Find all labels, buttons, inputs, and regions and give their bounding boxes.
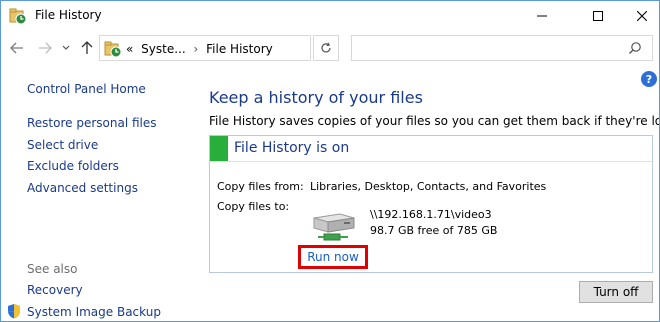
status-title: File History is on [234, 140, 350, 156]
recovery-link[interactable]: Recovery [27, 283, 83, 297]
arrow-up-icon [81, 41, 93, 54]
status-header: File History is on [210, 136, 652, 162]
run-now-highlight: Run now [298, 245, 368, 269]
up-button[interactable] [79, 39, 95, 57]
search-box[interactable] [351, 35, 653, 61]
system-image-backup-link[interactable]: System Image Backup [27, 305, 161, 319]
address-bar[interactable]: « Syste... › File History [99, 35, 400, 61]
run-now-link[interactable]: Run now [307, 250, 359, 264]
breadcrumb-overflow[interactable]: « [126, 42, 133, 56]
maximize-button[interactable] [575, 1, 621, 31]
search-icon[interactable] [628, 41, 642, 55]
file-history-icon [104, 41, 122, 58]
breadcrumb: « Syste... › File History [126, 42, 273, 56]
file-history-window: File History « Syste... › File History ?… [0, 0, 660, 322]
search-input[interactable] [356, 40, 618, 56]
left-pane: Control Panel Home Restore personal file… [1, 67, 195, 321]
minimize-icon [537, 15, 547, 17]
file-history-status-panel: File History is on Copy files from: Libr… [209, 135, 653, 273]
page-description: File History saves copies of your files … [209, 114, 659, 128]
copy-to-label: Copy files to: [217, 200, 290, 213]
breadcrumb-item-file-history[interactable]: File History [206, 42, 273, 56]
file-history-icon [9, 8, 27, 25]
recent-locations-button[interactable] [61, 39, 71, 57]
close-icon [637, 11, 647, 21]
back-button[interactable] [9, 39, 25, 57]
close-button[interactable] [619, 1, 659, 31]
refresh-button[interactable] [313, 35, 339, 61]
navigation-bar: « Syste... › File History [1, 31, 659, 67]
exclude-folders-link[interactable]: Exclude folders [27, 159, 119, 173]
copy-from-label: Copy files from: [217, 180, 304, 193]
arrow-left-icon [10, 42, 23, 54]
window-title: File History [35, 8, 102, 22]
help-icon[interactable]: ? [641, 71, 657, 87]
chevron-down-icon [62, 45, 70, 50]
network-drive-icon [313, 213, 355, 241]
turn-off-button[interactable]: Turn off [579, 281, 653, 303]
refresh-icon [321, 42, 331, 53]
drive-path: \\192.168.1.71\video3 [370, 208, 492, 221]
restore-personal-files-link[interactable]: Restore personal files [27, 116, 157, 130]
drive-space: 98.7 GB free of 785 GB [370, 224, 498, 237]
breadcrumb-separator[interactable]: › [194, 42, 199, 56]
select-drive-link[interactable]: Select drive [27, 138, 98, 152]
control-panel-home-link[interactable]: Control Panel Home [27, 82, 146, 96]
maximize-icon [593, 11, 603, 21]
breadcrumb-item-system[interactable]: Syste... [141, 42, 186, 56]
uac-shield-icon [8, 304, 20, 319]
title-bar: File History [1, 1, 659, 31]
status-indicator [210, 136, 228, 161]
copy-from-value: Libraries, Desktop, Contacts, and Favori… [310, 180, 547, 193]
forward-button[interactable] [37, 39, 53, 57]
page-title: Keep a history of your files [209, 88, 423, 107]
arrow-right-icon [39, 42, 52, 54]
advanced-settings-link[interactable]: Advanced settings [27, 181, 138, 195]
minimize-button[interactable] [519, 1, 565, 31]
see-also-heading: See also [27, 262, 78, 276]
